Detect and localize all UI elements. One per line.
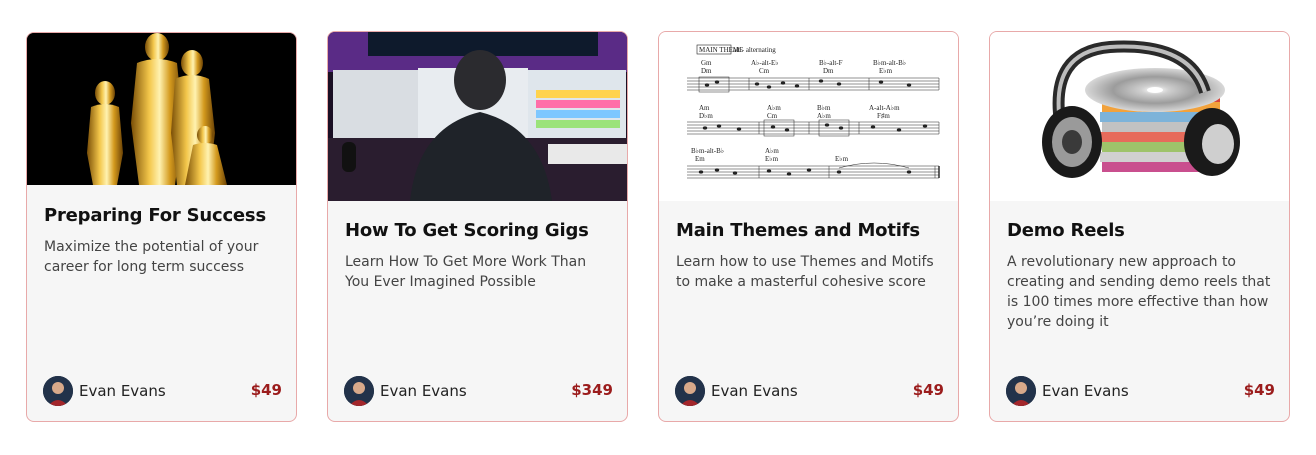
chord-label: Em [695, 155, 705, 163]
chord-label: B♭-alt-F [819, 59, 843, 67]
chord-label: E♭m [765, 155, 779, 163]
chord-label: Am [699, 104, 710, 112]
chord-label: Dm [823, 67, 834, 75]
author-info: Evan Evans [344, 376, 467, 406]
course-title[interactable]: Preparing For Success [44, 205, 266, 226]
author-name: Evan Evans [79, 382, 166, 400]
chord-label: Cm [767, 112, 778, 120]
chord-label: A♭m [765, 147, 779, 155]
course-description: Learn how to use Themes and Motifs to ma… [676, 254, 934, 290]
course-card-how-to-get-scoring-gigs[interactable]: How To Get Scoring Gigs Learn How To Get… [327, 31, 628, 422]
course-card-demo-reels[interactable]: Demo Reels A revolutionary new approach … [989, 31, 1290, 422]
studio-workstation-image [328, 32, 627, 201]
chord-label: A-alt-A♭m [869, 104, 900, 112]
author-info: Evan Evans [43, 376, 166, 406]
course-description: Maximize the potential of your career fo… [44, 239, 259, 275]
course-title[interactable]: How To Get Scoring Gigs [345, 220, 589, 241]
sheet-heading-note: alt - alternating [733, 46, 776, 54]
avatar [675, 376, 705, 406]
avatar [344, 376, 374, 406]
chord-label: B♭m-alt-B♭ [691, 147, 724, 155]
course-card-main-themes-and-motifs[interactable]: MAIN THEME alt - alternating Gm Dm A♭-al… [658, 31, 959, 422]
chord-label: A♭m [817, 112, 831, 120]
avatar [1006, 376, 1036, 406]
author-name: Evan Evans [1042, 382, 1129, 400]
chord-label: B♭m [817, 104, 831, 112]
chord-label: Gm [701, 59, 712, 67]
headphones-cds-image [990, 32, 1289, 201]
course-description: A revolutionary new approach to creating… [1007, 254, 1271, 330]
sheet-music-image: MAIN THEME alt - alternating Gm Dm A♭-al… [659, 32, 958, 201]
avatar [43, 376, 73, 406]
course-title[interactable]: Demo Reels [1007, 220, 1125, 241]
course-title[interactable]: Main Themes and Motifs [676, 220, 920, 241]
author-name: Evan Evans [380, 382, 467, 400]
chord-label: A♭m [767, 104, 781, 112]
course-price: $49 [250, 381, 282, 399]
oscar-statues-image [27, 33, 296, 185]
chord-label: F♯m [877, 112, 890, 120]
author-name: Evan Evans [711, 382, 798, 400]
course-price: $349 [571, 381, 613, 399]
author-info: Evan Evans [1006, 376, 1129, 406]
author-info: Evan Evans [675, 376, 798, 406]
chord-label: Dm [701, 67, 712, 75]
chord-label: Cm [759, 67, 770, 75]
chord-label: E♭m [879, 67, 893, 75]
course-price: $49 [912, 381, 944, 399]
chord-label: D♭m [699, 112, 713, 120]
chord-label: B♭m-alt-B♭ [873, 59, 906, 67]
course-description: Learn How To Get More Work Than You Ever… [345, 254, 587, 290]
course-price: $49 [1243, 381, 1275, 399]
chord-label: E♭m [835, 155, 849, 163]
course-card-preparing-for-success[interactable]: Preparing For Success Maximize the poten… [26, 32, 297, 422]
chord-label: A♭-alt-E♭ [751, 59, 779, 67]
